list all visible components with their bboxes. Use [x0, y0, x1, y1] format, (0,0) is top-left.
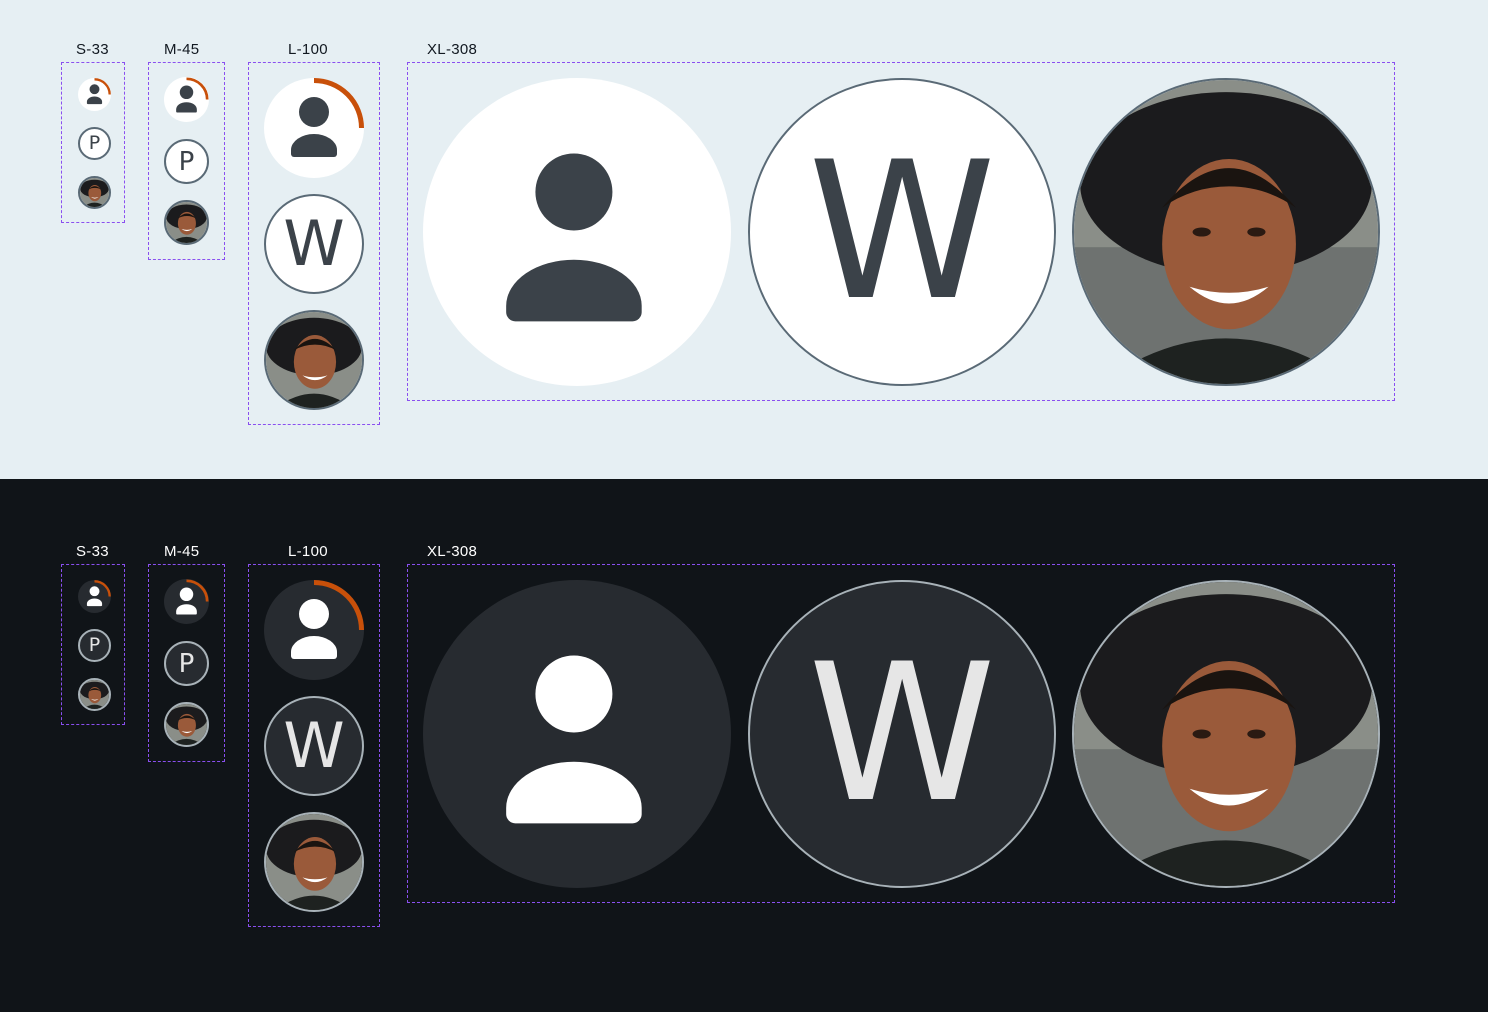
user-photo	[266, 814, 362, 910]
initial-letter: P	[178, 146, 195, 177]
dark-theme-panel: S-33 P M-45 P L-100 W XL-308 W	[0, 479, 1488, 1012]
user-photo	[1074, 582, 1378, 886]
light-theme-panel: S-33 P M-45 P L-100 W XL-308 W	[0, 0, 1488, 479]
photo-avatar-xl308[interactable]	[1072, 580, 1380, 888]
initials-avatar-xl308[interactable]: W	[748, 78, 1056, 386]
user-photo	[266, 312, 362, 408]
size-label-xl308: XL-308	[427, 543, 478, 560]
photo-avatar-s33[interactable]	[78, 176, 111, 209]
photo-avatar-xl308[interactable]	[1072, 78, 1380, 386]
user-photo	[166, 202, 207, 243]
initial-letter: P	[178, 648, 195, 679]
progress-ring-s33	[94, 580, 111, 597]
person-icon	[506, 153, 642, 322]
progress-ring-m45	[186, 77, 209, 100]
initials-avatar-m45[interactable]: P	[164, 139, 209, 184]
progress-ring-m45	[186, 579, 209, 602]
initial-letter: P	[88, 634, 101, 656]
initial-letter: W	[283, 207, 345, 280]
initials-avatar-xl308[interactable]: W	[748, 580, 1056, 888]
user-photo	[1074, 80, 1378, 384]
person-icon	[506, 655, 642, 824]
size-label-m45: M-45	[164, 543, 200, 560]
size-label-l100: L-100	[288, 41, 328, 58]
avatar-group-l100: W	[248, 62, 380, 425]
progress-ring-s33	[94, 78, 111, 95]
initial-letter: P	[88, 132, 101, 154]
avatar-group-s33: P	[61, 62, 125, 223]
photo-avatar-l100[interactable]	[264, 310, 364, 410]
user-photo	[80, 178, 109, 207]
initials-avatar-m45[interactable]: P	[164, 641, 209, 686]
avatar-group-m45: P	[148, 62, 225, 260]
avatar-group-s33: P	[61, 564, 125, 725]
initials-avatar-l100[interactable]: W	[264, 194, 364, 294]
photo-avatar-m45[interactable]	[164, 702, 209, 747]
photo-avatar-m45[interactable]	[164, 200, 209, 245]
icon-avatar-xl308[interactable]	[423, 580, 731, 888]
initials-avatar-s33[interactable]: P	[78, 629, 111, 662]
size-label-m45: M-45	[164, 41, 200, 58]
photo-avatar-l100[interactable]	[264, 812, 364, 912]
size-label-s33: S-33	[76, 41, 109, 58]
size-label-xl308: XL-308	[427, 41, 478, 58]
icon-avatar-xl308[interactable]	[423, 78, 731, 386]
photo-avatar-s33[interactable]	[78, 678, 111, 711]
initials-avatar-s33[interactable]: P	[78, 127, 111, 160]
progress-ring-l100	[313, 580, 364, 631]
user-photo	[80, 680, 109, 709]
avatar-group-l100: W	[248, 564, 380, 927]
progress-ring-l100	[313, 78, 364, 129]
avatar-group-xl308: W	[407, 564, 1395, 903]
size-label-l100: L-100	[288, 543, 328, 560]
initial-letter: W	[808, 623, 996, 844]
avatar-group-xl308: W	[407, 62, 1395, 401]
initial-letter: W	[808, 121, 996, 342]
user-photo	[166, 704, 207, 745]
initials-avatar-l100[interactable]: W	[264, 696, 364, 796]
size-label-s33: S-33	[76, 543, 109, 560]
avatar-group-m45: P	[148, 564, 225, 762]
initial-letter: W	[283, 709, 345, 782]
